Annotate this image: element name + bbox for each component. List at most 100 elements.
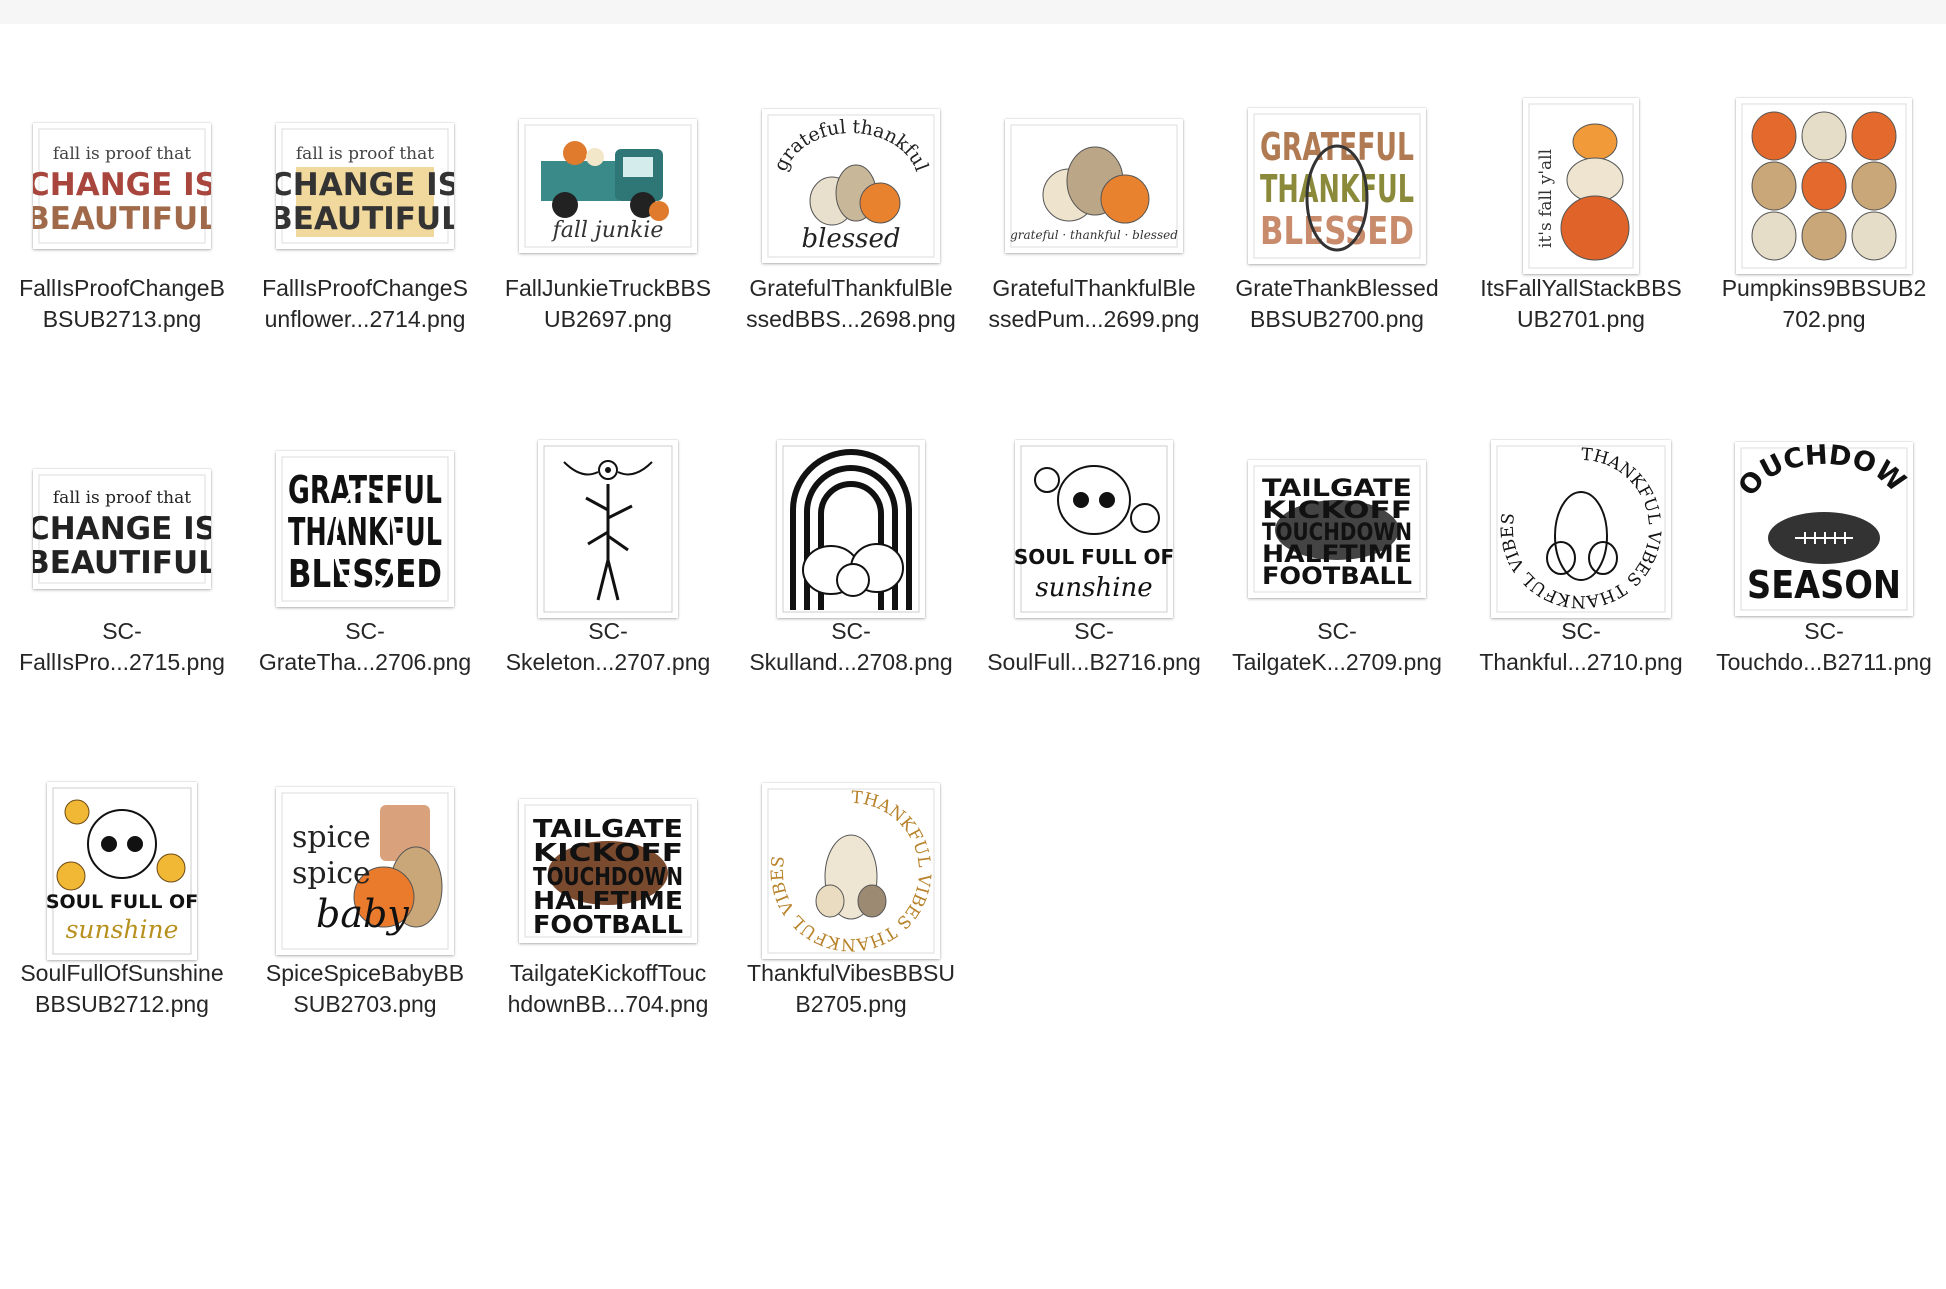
file-name: GratefulThankfulBle ssedPum...2699.png xyxy=(988,275,1200,332)
art-text: sunshine xyxy=(66,915,179,944)
file-thumbnail[interactable]: TOUCHDOWN SEASON xyxy=(1735,442,1913,616)
file-item[interactable]: grateful thankful blessed GratefulThankf… xyxy=(730,72,972,372)
file-item[interactable]: GRATEFUL THANKFUL BLESSED SC- GrateTha..… xyxy=(244,415,486,715)
file-name: ItsFallYallStackBBS UB2701.png xyxy=(1480,275,1682,332)
pumpkin-icon: grateful · thankful · blessed xyxy=(1010,124,1178,248)
file-item[interactable]: TAILGATE KICKOFF TOUCHDOWN HALFTIME FOOT… xyxy=(487,757,729,1057)
pumpkin-icon: grateful thankful blessed xyxy=(767,114,935,258)
file-name: SC- TailgateK...2709.png xyxy=(1232,618,1442,675)
file-name: GratefulThankfulBle ssedBBS...2698.png xyxy=(746,275,956,332)
pumpkin-icon: THANKFUL VIBES THANKFUL VIBES xyxy=(767,788,935,954)
art-text: BEAUTIFUL xyxy=(33,545,211,581)
file-item[interactable]: fall junkie FallJunkieTruckBBS UB2697.pn… xyxy=(487,72,729,372)
coffee-cup-icon: spice spice baby xyxy=(281,792,449,950)
file-name: ThankfulVibesBBSU B2705.png xyxy=(747,960,955,1017)
art-text: baby xyxy=(316,892,409,936)
file-name: SpiceSpiceBabyBB SUB2703.png xyxy=(265,960,465,1017)
file-name: TailgateKickoffTouc hdownBB...704.png xyxy=(507,960,709,1017)
file-name: SC- GrateTha...2706.png xyxy=(258,618,472,675)
file-item[interactable]: TOUCHDOWN SEASON SC- Touchdo...B2711.png xyxy=(1703,415,1945,715)
file-item[interactable]: SOUL FULL OF sunshine SoulFullOfSunshine… xyxy=(1,757,243,1057)
art-text: SOUL FULL OF xyxy=(47,891,197,913)
file-thumbnail[interactable]: grateful · thankful · blessed xyxy=(1005,119,1183,253)
skull-rainbow-icon xyxy=(782,445,920,613)
file-thumbnail[interactable]: fall is proof that CHANGE IS BEAUTIFUL xyxy=(276,123,454,249)
file-item[interactable]: fall is proof that CHANGE IS BEAUTIFUL F… xyxy=(1,72,243,372)
file-name: SC- Thankful...2710.png xyxy=(1479,618,1683,675)
art-text: spice xyxy=(292,856,371,891)
file-item[interactable]: THANKFUL VIBES THANKFUL VIBES SC- Thankf… xyxy=(1460,415,1702,715)
file-name: SC- FallIsPro...2715.png xyxy=(19,618,225,675)
skeleton-hand-icon xyxy=(543,445,673,613)
file-name: GrateThankBlessed BBSUB2700.png xyxy=(1235,275,1439,332)
file-thumbnail[interactable]: TAILGATE KICKOFF TOUCHDOWN HALFTIME FOOT… xyxy=(1248,460,1426,598)
art-text: BLESSED xyxy=(288,552,442,596)
art-text: it's fall y'all xyxy=(1536,149,1556,248)
art-text: blessed xyxy=(801,224,900,254)
file-name: FallIsProofChangeS unflower...2714.png xyxy=(262,275,468,332)
art-text: fall is proof that xyxy=(296,144,434,164)
file-thumbnail[interactable]: SOUL FULL OF sunshine xyxy=(1015,440,1173,618)
file-thumbnail[interactable]: SOUL FULL OF sunshine xyxy=(47,782,197,960)
art-text: SOUL FULL OF xyxy=(1015,545,1173,569)
file-item[interactable]: SOUL FULL OF sunshine SC- SoulFull...B27… xyxy=(973,415,1215,715)
file-name: SoulFullOfSunshine BBSUB2712.png xyxy=(20,960,224,1017)
art-text: FOOTBALL xyxy=(533,910,683,939)
file-item[interactable]: fall is proof that CHANGE IS BEAUTIFUL S… xyxy=(1,415,243,715)
pumpkin-grid-icon xyxy=(1741,103,1907,269)
art-text: CHANGE IS xyxy=(276,167,454,203)
art-text: fall junkie xyxy=(551,218,664,243)
art-text: fall is proof that xyxy=(53,488,191,508)
art-text: THANKFUL xyxy=(288,510,442,554)
file-name: SC- Skeleton...2707.png xyxy=(505,618,711,675)
file-item[interactable]: GRATEFUL THANKFUL BLESSED GrateThankBles… xyxy=(1216,72,1458,372)
skull-icon: SOUL FULL OF sunshine xyxy=(47,787,197,955)
file-item[interactable]: TAILGATE KICKOFF TOUCHDOWN HALFTIME FOOT… xyxy=(1216,415,1458,715)
file-name: FallIsProofChangeB BSUB2713.png xyxy=(19,275,225,332)
truck-icon: fall junkie xyxy=(524,124,692,248)
file-thumbnail[interactable]: grateful thankful blessed xyxy=(762,109,940,263)
art-text: FOOTBALL xyxy=(1262,562,1412,590)
art-text: CHANGE IS xyxy=(33,167,211,203)
art-text: fall is proof that xyxy=(53,144,191,164)
pumpkin-stack-icon: it's fall y'all xyxy=(1528,103,1634,269)
art-text: BEAUTIFUL xyxy=(33,201,211,237)
art-text: sunshine xyxy=(1035,573,1152,603)
file-item[interactable]: THANKFUL VIBES THANKFUL VIBES ThankfulVi… xyxy=(730,757,972,1057)
file-thumbnail[interactable]: GRATEFUL THANKFUL BLESSED xyxy=(1248,108,1426,264)
file-thumbnail[interactable]: spice spice baby xyxy=(276,787,454,955)
file-thumbnail[interactable] xyxy=(538,440,678,618)
file-item[interactable]: SC- Skeleton...2707.png xyxy=(487,415,729,715)
file-thumbnail[interactable] xyxy=(1736,98,1912,274)
football-icon: TOUCHDOWN SEASON xyxy=(1735,442,1911,611)
art-text: THANKFUL xyxy=(1260,167,1414,211)
file-thumbnail[interactable]: TAILGATE KICKOFF TOUCHDOWN HALFTIME FOOT… xyxy=(519,799,697,943)
file-name: SC- Skulland...2708.png xyxy=(749,618,953,675)
art-text: BEAUTIFUL xyxy=(276,201,454,237)
file-thumbnail[interactable]: THANKFUL VIBES THANKFUL VIBES xyxy=(762,783,940,959)
file-item[interactable]: it's fall y'all ItsFallYallStackBBS UB27… xyxy=(1460,72,1702,372)
file-item[interactable]: SC- Skulland...2708.png xyxy=(730,415,972,715)
file-thumbnail[interactable] xyxy=(777,440,925,618)
file-item[interactable]: Pumpkins9BBSUB2 702.png xyxy=(1703,72,1945,372)
file-thumbnail[interactable]: fall junkie xyxy=(519,119,697,253)
file-icon-grid: fall is proof that CHANGE IS BEAUTIFUL F… xyxy=(0,0,1946,1289)
file-item[interactable]: grateful · thankful · blessed GratefulTh… xyxy=(973,72,1215,372)
file-name: SC- Touchdo...B2711.png xyxy=(1716,618,1932,675)
file-thumbnail[interactable]: fall is proof that CHANGE IS BEAUTIFUL xyxy=(33,469,211,589)
file-name: FallJunkieTruckBBS UB2697.png xyxy=(504,275,712,332)
file-name: SC- SoulFull...B2716.png xyxy=(987,618,1201,675)
file-thumbnail[interactable]: fall is proof that CHANGE IS BEAUTIFUL xyxy=(33,123,211,249)
file-thumbnail[interactable]: GRATEFUL THANKFUL BLESSED xyxy=(276,451,454,607)
art-text: BLESSED xyxy=(1260,209,1414,253)
file-item[interactable]: fall is proof that CHANGE IS BEAUTIFUL F… xyxy=(244,72,486,372)
file-thumbnail[interactable]: THANKFUL VIBES THANKFUL VIBES xyxy=(1491,440,1671,618)
file-thumbnail[interactable]: it's fall y'all xyxy=(1523,98,1639,274)
art-text: spice xyxy=(292,820,371,855)
file-item[interactable]: spice spice baby SpiceSpiceBabyBB SUB270… xyxy=(244,757,486,1057)
art-text: grateful · thankful · blessed xyxy=(1010,228,1178,242)
pumpkin-icon: THANKFUL VIBES THANKFUL VIBES xyxy=(1496,445,1666,613)
art-text: SEASON xyxy=(1747,563,1901,607)
skull-icon: SOUL FULL OF sunshine xyxy=(1015,445,1173,613)
art-text: CHANGE IS xyxy=(33,511,211,547)
